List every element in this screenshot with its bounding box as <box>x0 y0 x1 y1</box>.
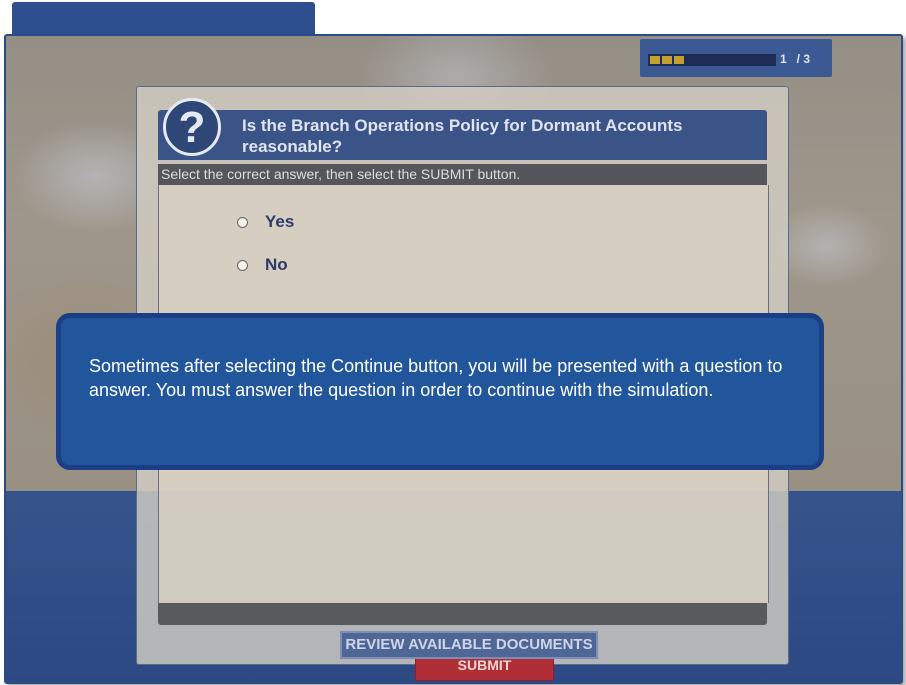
progress-count: 1 / 3 <box>780 52 811 66</box>
question-mark-icon: ? <box>163 98 221 156</box>
question-header: ? Is the Branch Operations Policy for Do… <box>158 98 767 160</box>
option-yes[interactable]: Yes <box>237 212 294 232</box>
option-label: Yes <box>265 212 295 231</box>
progress-segment <box>650 56 660 64</box>
instruction-text: Select the correct answer, then select t… <box>158 164 767 185</box>
progress-segment <box>674 56 684 64</box>
question-title: Is the Branch Operations Policy for Dorm… <box>242 116 683 156</box>
instruction-callout: Sometimes after selecting the Continue b… <box>56 313 824 470</box>
option-no[interactable]: No <box>237 255 288 275</box>
progress-bar <box>648 54 776 66</box>
progress-segment <box>662 56 672 64</box>
callout-text: Sometimes after selecting the Continue b… <box>89 356 783 400</box>
radio-button[interactable] <box>237 216 248 228</box>
card-footer-bar <box>158 603 767 625</box>
option-label: No <box>265 255 288 274</box>
radio-button[interactable] <box>237 259 248 271</box>
top-tab <box>12 2 315 38</box>
review-documents-button[interactable]: REVIEW AVAILABLE DOCUMENTS <box>340 631 598 659</box>
progress-indicator: 1 / 3 <box>640 39 832 77</box>
